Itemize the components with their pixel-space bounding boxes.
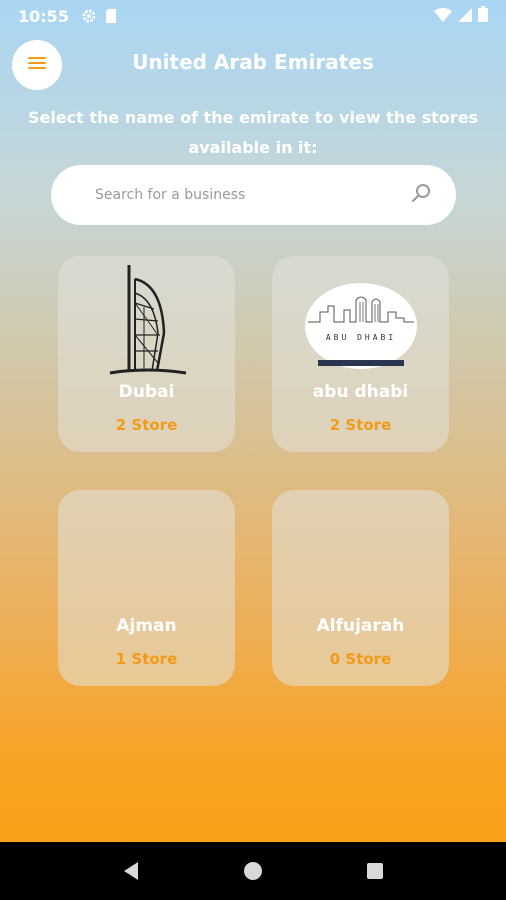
search-input[interactable]: [95, 187, 410, 203]
emirate-name: Ajman: [116, 616, 177, 636]
wifi-icon: [434, 7, 452, 26]
system-nav-bar: [0, 842, 506, 900]
abu-dhabi-logo-text: ABU DHABI: [325, 333, 395, 342]
search-icon[interactable]: [410, 182, 432, 208]
emirate-name: abu dhabi: [312, 382, 409, 402]
sim-card-icon: [105, 8, 117, 24]
page-subtitle: Select the name of the emirate to view t…: [27, 108, 479, 157]
emirate-card-abu-dhabi[interactable]: ABU DHABI abu dhabi 2 Store: [272, 256, 449, 452]
back-icon[interactable]: [111, 851, 151, 891]
abu-dhabi-logo: ABU DHABI: [272, 256, 449, 378]
store-count: 1 Store: [115, 650, 178, 668]
page-title: United Arab Emirates: [132, 50, 374, 74]
store-count: 0 Store: [329, 650, 392, 668]
signal-icon: [458, 7, 472, 26]
emirate-card-alfujarah[interactable]: Alfujarah 0 Store: [272, 490, 449, 686]
home-icon[interactable]: [233, 851, 273, 891]
gear-icon: [81, 8, 97, 24]
emirate-card-dubai[interactable]: Dubai 2 Store: [58, 256, 235, 452]
status-time: 10:55: [18, 6, 69, 26]
search-bar[interactable]: [51, 165, 456, 225]
store-count: 2 Store: [115, 416, 178, 434]
store-count: 2 Store: [329, 416, 392, 434]
burj-al-arab-icon: [58, 256, 235, 378]
emirate-name: Dubai: [118, 382, 175, 402]
recents-icon[interactable]: [355, 851, 395, 891]
emirate-name: Alfujarah: [316, 616, 405, 636]
battery-icon: [478, 6, 488, 26]
status-bar: 10:55: [0, 0, 506, 32]
emirate-card-ajman[interactable]: Ajman 1 Store: [58, 490, 235, 686]
status-right-icons: [434, 6, 488, 26]
